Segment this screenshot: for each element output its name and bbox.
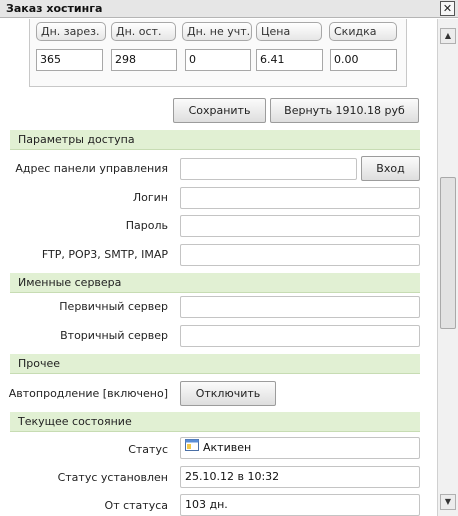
status-set-field: 25.10.12 в 10:32: [180, 466, 420, 488]
reserved-days-value: 365: [36, 49, 103, 71]
secondary-server-label: Вторичный сервер: [60, 329, 168, 342]
section-other: Прочее: [10, 354, 420, 374]
password-label: Пароль: [125, 219, 168, 232]
panel-address-label: Адрес панели управления: [15, 162, 168, 175]
col-header-remaining-days: Дн. ост.: [111, 22, 176, 41]
section-nameservers: Именные сервера: [10, 273, 420, 293]
secondary-server-field[interactable]: [180, 325, 420, 347]
login-button[interactable]: Вход: [361, 156, 420, 181]
section-current-state: Текущее состояние: [10, 412, 420, 432]
unaccounted-days-value: 0: [185, 49, 251, 71]
price-value: 6.41: [256, 49, 323, 71]
window-titlebar: Заказ хостинга ✕: [0, 0, 458, 18]
close-icon[interactable]: ✕: [440, 1, 455, 16]
login-field[interactable]: [180, 187, 420, 209]
remaining-days-value: 298: [111, 49, 177, 71]
col-header-reserved-days: Дн. зарез.: [36, 22, 106, 41]
status-field: Активен: [180, 437, 420, 459]
primary-server-field[interactable]: [180, 296, 420, 318]
disable-autorenew-button[interactable]: Отключить: [180, 381, 276, 406]
pricing-table: Дн. зарез. Дн. ост. Дн. не учт. Цена Ски…: [29, 19, 407, 87]
status-set-label: Статус установлен: [57, 471, 168, 484]
window-icon: [185, 438, 199, 458]
status-label: Статус: [128, 443, 168, 456]
scroll-down-icon[interactable]: ▼: [440, 494, 456, 510]
status-value: Активен: [203, 441, 252, 454]
ftp-label: FTP, POP3, SMTP, IMAP: [41, 248, 168, 261]
ftp-field[interactable]: [180, 244, 420, 266]
order-form: Дн. зарез. Дн. ост. Дн. не учт. Цена Ски…: [0, 19, 437, 516]
since-status-label: От статуса: [104, 499, 168, 512]
section-access: Параметры доступа: [10, 130, 420, 150]
save-button[interactable]: Сохранить: [173, 98, 266, 123]
refund-button[interactable]: Вернуть 1910.18 руб: [270, 98, 419, 123]
autorenew-label: Автопродление [включено]: [8, 387, 168, 400]
vertical-scrollbar[interactable]: ▲ ▼: [437, 19, 458, 516]
login-label: Логин: [132, 191, 168, 204]
discount-value: 0.00: [330, 49, 397, 71]
panel-address-field[interactable]: [180, 158, 357, 180]
password-field[interactable]: [180, 215, 420, 237]
scroll-up-icon[interactable]: ▲: [440, 28, 456, 44]
scrollbar-thumb[interactable]: [440, 177, 456, 329]
primary-server-label: Первичный сервер: [59, 300, 168, 313]
col-header-discount: Скидка: [329, 22, 397, 41]
since-status-field: 103 дн.: [180, 494, 420, 516]
window-title: Заказ хостинга: [6, 2, 103, 15]
col-header-price: Цена: [256, 22, 322, 41]
col-header-unaccounted-days: Дн. не учт.: [182, 22, 252, 41]
